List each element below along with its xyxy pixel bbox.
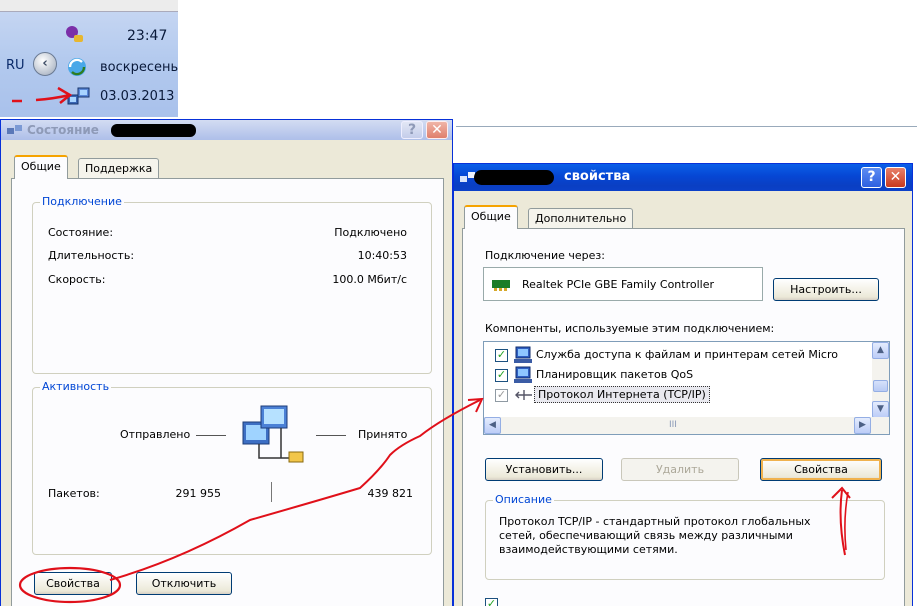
- component-checkbox[interactable]: ✓: [495, 389, 508, 402]
- component-checkbox[interactable]: ✓: [495, 369, 508, 382]
- adapter-name: Realtek PCIe GBE Family Controller: [522, 278, 715, 291]
- redacted-connection-name: [111, 124, 196, 137]
- packets-received-value: 439 821: [367, 487, 414, 500]
- component-label-selected: Протокол Интернета (TCP/IP): [534, 386, 710, 403]
- component-checkbox[interactable]: ✓: [495, 349, 508, 362]
- activity-group: Активность Отправлено Принято Пакетов: 2…: [32, 380, 432, 555]
- scroll-grip: III: [669, 420, 677, 430]
- install-button[interactable]: Установить...: [485, 458, 603, 481]
- component-label: Планировщик пакетов QoS: [536, 368, 694, 381]
- protocol-icon: [515, 390, 532, 400]
- received-label: Принято: [358, 428, 408, 441]
- activity-group-legend: Активность: [40, 380, 112, 393]
- speed-label: Скорость:: [48, 273, 106, 286]
- sent-label: Отправлено: [120, 428, 191, 441]
- language-indicator[interactable]: RU: [6, 58, 25, 73]
- network-component-icon: [514, 366, 532, 383]
- description-group: Описание Протокол TCP/IP - стандартный п…: [485, 493, 885, 580]
- close-button[interactable]: ✕: [885, 167, 906, 188]
- help-button[interactable]: ?: [861, 167, 882, 188]
- system-tray: 23:47 RU ‹ воскресенье 03.03.2013: [0, 0, 178, 117]
- help-button[interactable]: ?: [401, 121, 423, 139]
- packets-divider: [271, 482, 272, 502]
- network-connection-icon[interactable]: [66, 85, 92, 109]
- tray-day-of-week: воскресенье: [100, 60, 178, 75]
- scroll-up-button[interactable]: ▲: [872, 342, 889, 359]
- status-tab-panel: Подключение Состояние: Подключено Длител…: [11, 178, 444, 606]
- taskbar-edge: [0, 0, 178, 12]
- scroll-down-button[interactable]: ▼: [872, 401, 889, 418]
- disable-button[interactable]: Отключить: [136, 572, 232, 595]
- components-list[interactable]: ✓ Служба доступа к файлам и принтерам се…: [483, 341, 890, 435]
- packets-label: Пакетов:: [48, 487, 100, 500]
- properties-window-title: свойства: [564, 169, 631, 184]
- redacted-connection-name: [474, 170, 554, 185]
- description-group-legend: Описание: [493, 493, 554, 506]
- duration-label: Длительность:: [48, 249, 135, 262]
- connection-group-legend: Подключение: [40, 195, 124, 208]
- tray-app-icon[interactable]: [64, 24, 86, 46]
- adapter-box: Realtek PCIe GBE Family Controller: [483, 267, 763, 301]
- list-item[interactable]: ✓ Служба доступа к файлам и принтерам се…: [484, 346, 876, 364]
- scroll-left-button[interactable]: ◀: [484, 417, 501, 434]
- tray-clock-time[interactable]: 23:47: [127, 28, 167, 44]
- show-hidden-icons-chevron-icon[interactable]: ‹: [33, 52, 57, 76]
- activity-network-icon: [242, 405, 304, 463]
- components-label: Компоненты, используемые этим подключени…: [485, 322, 775, 335]
- connect-via-label: Подключение через:: [485, 249, 605, 262]
- list-item[interactable]: ✓ Планировщик пакетов QoS: [484, 366, 876, 384]
- show-icon-checkbox[interactable]: ✓: [485, 598, 498, 606]
- scroll-thumb[interactable]: [873, 380, 888, 392]
- network-adapter-icon: [492, 280, 510, 291]
- status-properties-button[interactable]: Свойства: [34, 572, 112, 595]
- component-properties-button[interactable]: Свойства: [760, 458, 882, 481]
- properties-window: свойства ? ✕ Общие Дополнительно Подключ…: [453, 163, 913, 606]
- network-sync-icon[interactable]: [64, 55, 90, 79]
- component-label: Служба доступа к файлам и принтерам сете…: [536, 348, 838, 361]
- connection-icon: [7, 125, 22, 134]
- scroll-right-button[interactable]: ▶: [854, 417, 871, 434]
- tab-general[interactable]: Общие: [14, 155, 68, 179]
- speed-value: 100.0 Мбит/с: [332, 273, 407, 286]
- status-window: Состояние ? ✕ Общие Поддержка Подключени…: [0, 119, 453, 606]
- status-window-title: Состояние: [27, 123, 99, 137]
- duration-value: 10:40:53: [357, 249, 407, 262]
- received-line: [316, 435, 346, 436]
- sent-line: [196, 435, 226, 436]
- tab-advanced[interactable]: Дополнительно: [528, 208, 634, 229]
- properties-tab-panel: Подключение через: Realtek PCIe GBE Fami…: [462, 228, 905, 606]
- remove-button: Удалить: [621, 458, 739, 481]
- network-component-icon: [514, 346, 532, 363]
- tab-general[interactable]: Общие: [464, 205, 518, 229]
- configure-button[interactable]: Настроить...: [773, 278, 879, 301]
- components-hscrollbar[interactable]: ◀ III ▶: [484, 417, 889, 434]
- close-button[interactable]: ✕: [426, 121, 448, 139]
- packets-sent-value: 291 955: [175, 487, 222, 500]
- properties-window-titlebar[interactable]: свойства ? ✕: [454, 164, 912, 191]
- tab-support[interactable]: Поддержка: [78, 158, 160, 179]
- components-vscrollbar[interactable]: ▲ ▼: [872, 342, 889, 418]
- background-window-edge: [456, 126, 917, 132]
- tray-date: 03.03.2013: [100, 89, 175, 104]
- status-window-titlebar[interactable]: Состояние ? ✕: [1, 120, 452, 140]
- state-value: Подключено: [334, 226, 407, 239]
- state-label: Состояние:: [48, 226, 114, 239]
- screenshot-stage: 23:47 RU ‹ воскресенье 03.03.2013 Состоя…: [0, 0, 917, 606]
- description-text: Протокол TCP/IP - стандартный протокол г…: [499, 515, 811, 556]
- list-item[interactable]: ✓ Протокол Интернета (TCP/IP): [484, 386, 876, 404]
- connection-group: Подключение Состояние: Подключено Длител…: [32, 195, 432, 374]
